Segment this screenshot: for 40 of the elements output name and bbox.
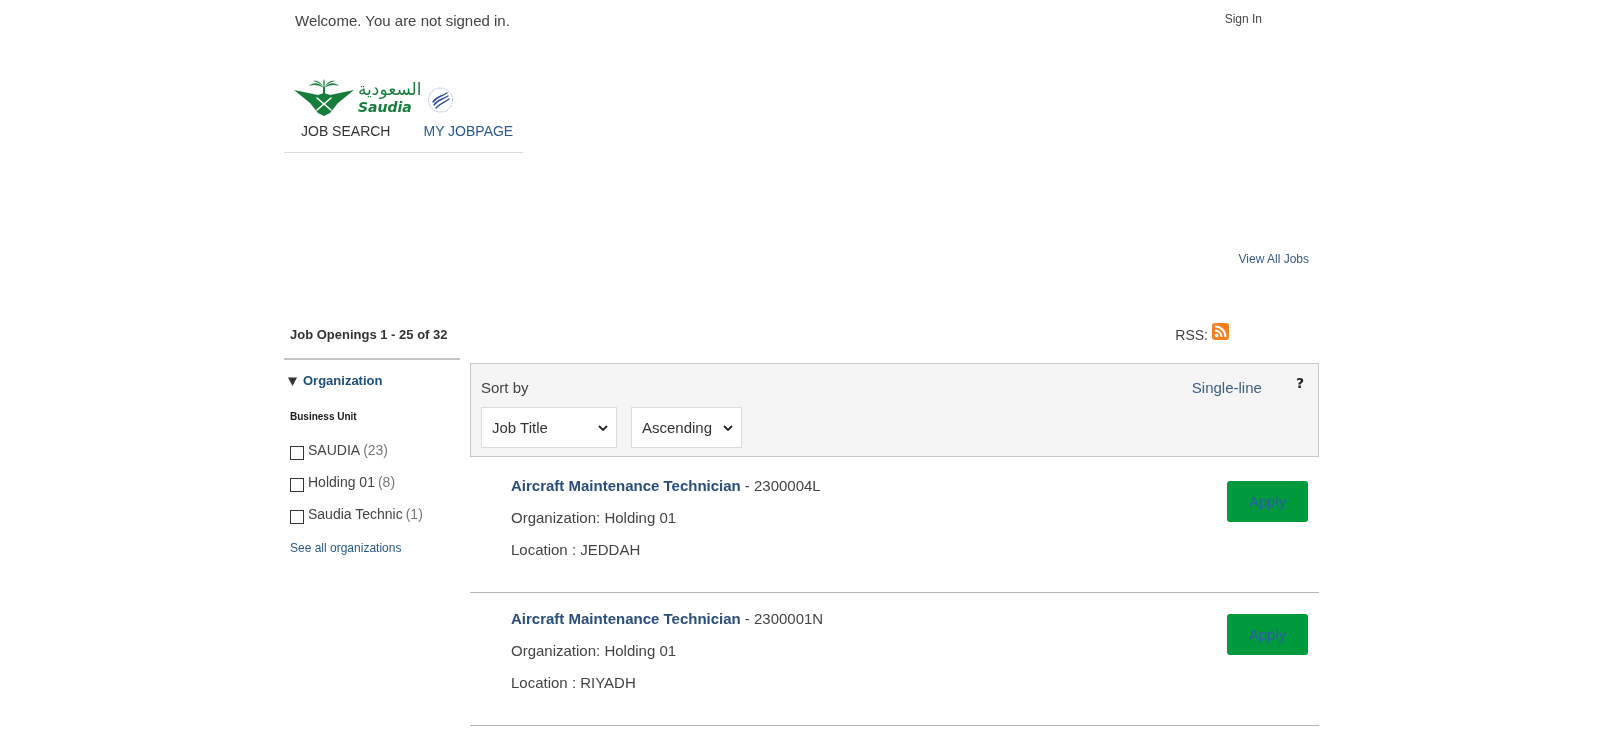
sort-by-label: Sort by [481,378,530,396]
help-button[interactable]: ? [1295,376,1304,390]
sign-in-link[interactable]: Sign In [1224,12,1262,26]
checkbox[interactable] [290,510,304,524]
view-all-jobs-link[interactable]: View All Jobs [1238,252,1309,266]
palm-wings-emblem-icon [294,78,354,116]
job-organization: Organization: Holding 01 [511,509,678,527]
logo-arabic-text: السعودية [358,79,422,99]
filter-option-label: SAUDIA [308,442,361,458]
logo-wordmark: Saudia [358,99,413,115]
sort-field-dropdown[interactable]: Job Title [481,407,617,448]
job-location: Location : RIYADH [511,674,637,692]
filter-group-label: Business Unit [289,410,358,424]
expanded-triangle-icon[interactable] [288,376,297,386]
job-organization: Organization: Holding 01 [511,642,678,660]
chevron-down-icon [598,424,608,431]
filter-option-count: (23) [363,442,389,458]
rss-feed-icon[interactable] [1212,322,1229,340]
swirl-globe-emblem-icon [427,87,455,113]
filter-option-label: Saudia Technic [308,506,403,522]
checkbox[interactable] [290,478,304,492]
nav-tab[interactable]: MY JOBPAGE [423,122,514,140]
single-line-link[interactable]: Single-line [1191,378,1262,396]
filter-option-label: Holding 01 [308,474,375,490]
job-location: Location : JEDDAH [511,541,642,559]
filter-heading-link[interactable]: Organization [303,372,383,390]
see-all-link[interactable]: See all organizations [290,541,402,555]
rss-label: RSS: [1175,326,1208,344]
job-reference: - 2300001N [744,610,824,627]
nav-tab[interactable]: JOB SEARCH [301,122,391,140]
filter-option-count: (1) [405,506,423,522]
filter-option-count: (8) [377,474,396,490]
sort-order-dropdown[interactable]: Ascending [631,407,742,448]
welcome-message: Welcome. You are not signed in. [295,12,510,30]
job-title-link[interactable]: Aircraft Maintenance Technician [511,610,741,627]
checkbox[interactable] [290,446,304,460]
job-reference: - 2300004L [744,477,821,494]
chevron-down-icon [723,424,733,431]
job-openings-heading: Job Openings 1 - 25 of 32 [289,326,449,344]
job-title-link[interactable]: Aircraft Maintenance Technician [511,477,741,494]
